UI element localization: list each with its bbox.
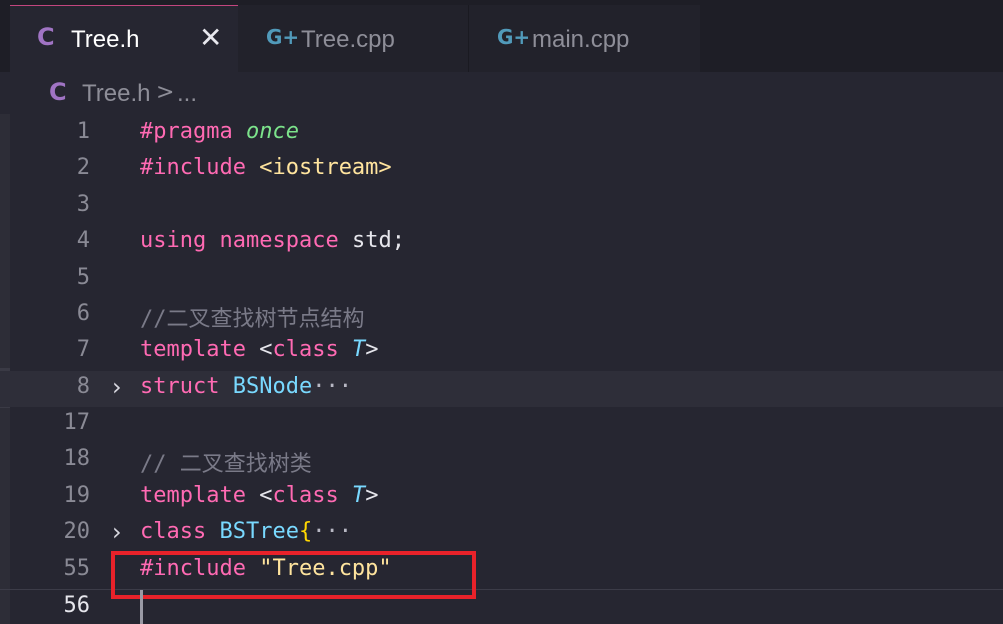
c-file-icon: C — [49, 78, 67, 106]
line-number: 19 — [63, 483, 91, 508]
line-number: 3 — [76, 192, 90, 217]
token: using — [140, 228, 207, 253]
cpp-file-icon: G+ — [497, 25, 531, 49]
code-line[interactable]: 1 #pragma once — [0, 116, 1003, 152]
token: T — [351, 483, 366, 508]
breadcrumb: C Tree.h > ... — [0, 72, 1003, 114]
line-number: 2 — [76, 155, 90, 180]
tab-tree-cpp[interactable]: G+ Tree.cpp — [238, 5, 469, 72]
token: class — [272, 337, 339, 362]
token: <iostream> — [259, 155, 392, 180]
code-line[interactable]: 4 using namespace std; — [0, 225, 1003, 261]
token: BSNode — [232, 374, 313, 399]
line-code: //二叉查找树节点结构 — [140, 307, 365, 332]
line-number: 55 — [63, 556, 91, 581]
line-code: using namespace std; — [140, 228, 405, 253]
code-line[interactable]: 18 // 二叉查找树类 — [0, 443, 1003, 479]
code-line[interactable]: 19 template <class T> — [0, 480, 1003, 516]
code-line[interactable]: 7 template <class T> — [0, 334, 1003, 370]
token: > — [365, 483, 379, 508]
line-number: 20 — [63, 519, 91, 544]
line-code: #include <iostream> — [140, 155, 392, 180]
tab-label: main.cpp — [532, 26, 630, 53]
tab-bar: C Tree.h ✕ G+ Tree.cpp G+ main.cpp — [0, 0, 1003, 72]
token: template — [140, 337, 246, 362]
token: once — [245, 119, 299, 144]
line-number: 1 — [76, 119, 90, 144]
line-number: 5 — [76, 265, 90, 290]
highlight-box — [111, 551, 476, 599]
code-line[interactable]: 3 — [0, 189, 1003, 225]
token: < — [259, 337, 273, 362]
tab-label: Tree.h — [71, 26, 140, 53]
close-icon[interactable]: ✕ — [199, 21, 222, 54]
folded-ellipsis[interactable]: ··· — [312, 374, 352, 399]
token: template — [140, 483, 246, 508]
breadcrumb-more[interactable]: ... — [177, 80, 197, 108]
line-code: // 二叉查找树类 — [140, 452, 312, 477]
line-number: 18 — [63, 446, 91, 471]
token: < — [259, 483, 273, 508]
line-number: 4 — [76, 228, 90, 253]
code-line[interactable]: 2 #include <iostream> — [0, 152, 1003, 188]
token: class — [140, 519, 207, 544]
token: namespace — [219, 228, 339, 253]
code-line[interactable]: 5 — [0, 262, 1003, 298]
tab-main-cpp[interactable]: G+ main.cpp — [469, 5, 700, 72]
line-code: #pragma once — [140, 119, 299, 144]
tab-tree-h[interactable]: C Tree.h ✕ — [10, 5, 238, 72]
line-number: 6 — [76, 301, 90, 326]
token: struct — [140, 374, 220, 399]
token: #include — [140, 155, 246, 180]
tab-label: Tree.cpp — [301, 26, 395, 53]
code-line[interactable]: 17 — [0, 407, 1003, 443]
token: std; — [351, 228, 405, 253]
code-editor[interactable]: 1 #pragma once 2 #include <iostream> 3 4… — [0, 114, 1003, 624]
breadcrumb-file[interactable]: Tree.h — [82, 80, 150, 108]
line-number: 17 — [63, 410, 91, 435]
token: T — [351, 337, 366, 362]
code-line[interactable]: 8 › struct BSNode··· — [0, 371, 1003, 407]
text-cursor — [140, 590, 143, 624]
token: BSTree — [219, 519, 299, 544]
code-line[interactable]: 6 //二叉查找树节点结构 — [0, 298, 1003, 334]
token: class — [272, 483, 339, 508]
line-number: 7 — [76, 337, 90, 362]
editor-window: C Tree.h ✕ G+ Tree.cpp G+ main.cpp C Tre… — [0, 0, 1003, 624]
line-code: template <class T> — [140, 483, 378, 508]
token: { — [298, 519, 313, 544]
line-code: struct BSNode··· — [140, 374, 352, 399]
token: #pragma — [140, 119, 233, 144]
fold-chevron-icon[interactable]: › — [112, 373, 122, 401]
token: > — [365, 337, 379, 362]
chevron-right-icon: > — [156, 80, 175, 105]
line-number: 56 — [63, 593, 91, 618]
line-code: class BSTree{··· — [140, 519, 352, 544]
line-code: template <class T> — [140, 337, 378, 362]
line-number: 8 — [76, 374, 90, 399]
c-file-icon: C — [37, 23, 55, 51]
folded-ellipsis[interactable]: ··· — [312, 519, 352, 544]
fold-chevron-icon[interactable]: › — [112, 518, 122, 546]
cpp-file-icon: G+ — [266, 25, 300, 49]
code-line[interactable]: 20 › class BSTree{··· — [0, 516, 1003, 552]
